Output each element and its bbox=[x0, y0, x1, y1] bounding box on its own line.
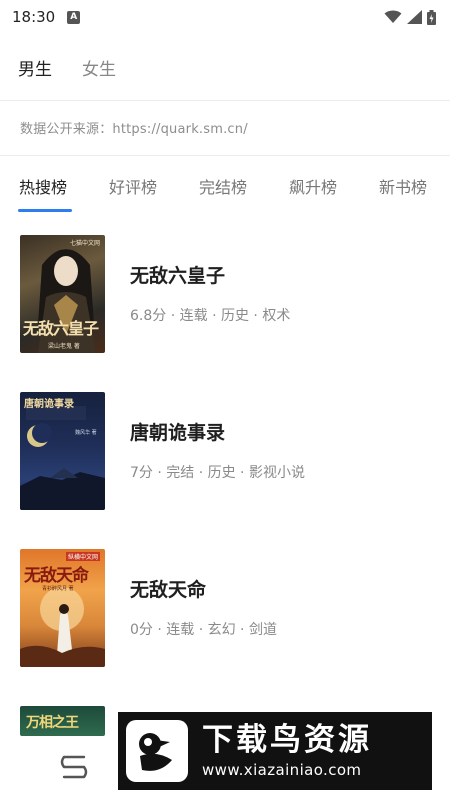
gender-tabs: 男生 女生 bbox=[0, 44, 450, 90]
active-tab-indicator bbox=[18, 209, 72, 212]
cover-title: 无敌六皇子 bbox=[23, 319, 99, 338]
cover-title: 唐朝诡事录 bbox=[24, 399, 74, 410]
book-list-item[interactable]: 唐朝诡事录 魏风华 著 唐朝诡事录 7分 · 完结 · 历史 · 影视小说 bbox=[0, 392, 450, 512]
book-meta: 6.8分 · 连载 · 历史 · 权术 bbox=[130, 308, 291, 324]
signal-icon bbox=[407, 10, 422, 24]
tab-rising[interactable]: 飙升榜 bbox=[289, 174, 337, 198]
watermark-title: 下载鸟资源 bbox=[202, 722, 372, 758]
status-icons bbox=[384, 9, 436, 25]
cover-title: 无敌天命 bbox=[24, 566, 89, 586]
divider bbox=[0, 155, 450, 156]
notification-icon: A bbox=[67, 10, 81, 24]
tab-completed[interactable]: 完结榜 bbox=[199, 174, 247, 198]
book-title: 唐朝诡事录 bbox=[130, 422, 226, 444]
menu-icon[interactable] bbox=[58, 752, 92, 782]
book-cover: 唐朝诡事录 魏风华 著 bbox=[20, 392, 105, 510]
book-title: 无敌天命 bbox=[130, 579, 207, 601]
book-meta: 0分 · 连载 · 玄幻 · 剑道 bbox=[130, 622, 277, 638]
wifi-icon bbox=[384, 10, 402, 23]
watermark-url: www.xiazainiao.com bbox=[202, 761, 362, 779]
tab-good-reviews[interactable]: 好评榜 bbox=[109, 174, 157, 198]
tab-female[interactable]: 女生 bbox=[82, 55, 116, 80]
book-cover: 七猫中文网 无敌六皇子 梁山老鬼 著 bbox=[20, 235, 105, 353]
book-cover: 纵横中文网 无敌天命 青衫醉风月 著 bbox=[20, 549, 105, 667]
battery-icon bbox=[427, 9, 436, 25]
status-time: 18:30 bbox=[12, 8, 56, 26]
cover-author: 青衫醉风月 著 bbox=[42, 586, 74, 592]
book-meta: 7分 · 完结 · 历史 · 影视小说 bbox=[130, 465, 305, 481]
status-bar: 18:30 A bbox=[0, 0, 450, 34]
cover-author: 魏风华 著 bbox=[75, 430, 97, 436]
tab-male[interactable]: 男生 bbox=[18, 55, 52, 80]
book-title: 无敌六皇子 bbox=[130, 265, 226, 287]
tab-hot-search[interactable]: 热搜榜 bbox=[19, 174, 67, 198]
cover-publisher: 纵横中文网 bbox=[66, 552, 101, 561]
watermark-banner: 下载鸟资源 www.xiazainiao.com bbox=[118, 712, 432, 790]
tab-new-books[interactable]: 新书榜 bbox=[379, 174, 427, 198]
cover-publisher: 七猫中文网 bbox=[70, 240, 101, 247]
book-list-item[interactable]: 七猫中文网 无敌六皇子 梁山老鬼 著 无敌六皇子 6.8分 · 连载 · 历史 … bbox=[0, 235, 450, 355]
cover-author: 梁山老鬼 著 bbox=[48, 343, 80, 350]
ranking-tabs: 热搜榜 好评榜 完结榜 飙升榜 新书榜 bbox=[0, 168, 450, 212]
data-source-note: 数据公开来源：https://quark.sm.cn/ bbox=[20, 122, 248, 137]
divider bbox=[0, 100, 450, 101]
book-list-item[interactable]: 纵横中文网 无敌天命 青衫醉风月 著 无敌天命 0分 · 连载 · 玄幻 · 剑… bbox=[0, 549, 450, 669]
bird-logo-icon bbox=[126, 720, 188, 782]
